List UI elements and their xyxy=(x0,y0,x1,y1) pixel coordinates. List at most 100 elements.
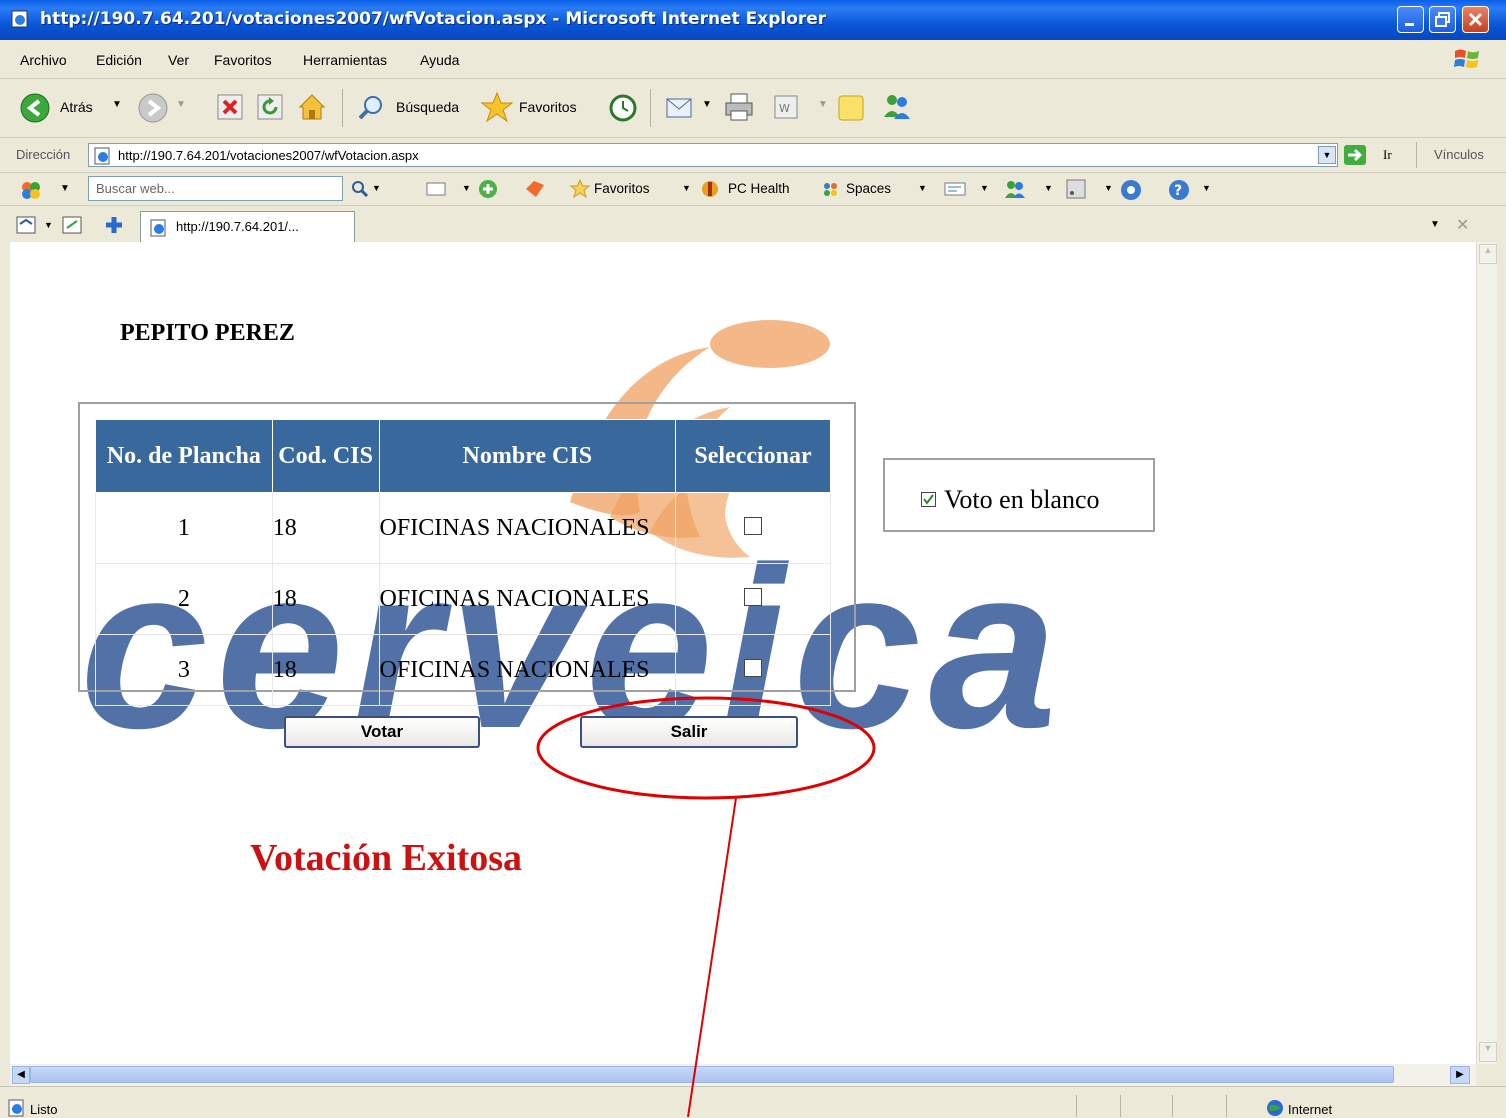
toolbar-separator xyxy=(650,89,651,127)
messenger-icon[interactable] xyxy=(1004,179,1026,199)
back-arrow-icon[interactable] xyxy=(20,93,50,123)
scroll-right-icon[interactable]: ▶ xyxy=(1450,1066,1470,1084)
address-dropdown-icon[interactable]: ▼ xyxy=(1318,146,1336,164)
msn-dropdown-icon[interactable]: ▼ xyxy=(60,183,70,194)
forward-dropdown-icon[interactable]: ▼ xyxy=(176,99,186,110)
edit-dropdown-icon[interactable]: ▼ xyxy=(818,99,828,110)
menu-ayuda[interactable]: Ayuda xyxy=(420,52,459,68)
table-row: 3 18 OFICINAS NACIONALES xyxy=(95,634,831,706)
scroll-down-icon[interactable]: ▼ xyxy=(1479,1042,1497,1062)
title-bar[interactable]: http://190.7.64.201/votaciones2007/wfVot… xyxy=(0,0,1506,40)
search-icon[interactable] xyxy=(350,179,370,199)
new-tab-icon[interactable] xyxy=(104,215,124,235)
favorites-button[interactable]: Favoritos xyxy=(519,99,577,115)
menu-archivo[interactable]: Archivo xyxy=(20,52,67,68)
history-icon[interactable] xyxy=(608,93,638,123)
print-icon[interactable] xyxy=(722,91,756,123)
links-button[interactable]: Vínculos xyxy=(1434,147,1484,162)
blank-vote-label[interactable]: Voto en blanco xyxy=(922,484,1102,517)
globe-icon xyxy=(1267,1100,1283,1116)
mail-icon[interactable] xyxy=(944,181,966,197)
rss-icon[interactable] xyxy=(1066,179,1086,199)
go-arrow-icon[interactable] xyxy=(1344,145,1366,165)
cell-cod: 18 xyxy=(271,634,380,706)
mail-dropdown-icon[interactable]: ▼ xyxy=(702,99,712,110)
close-button[interactable] xyxy=(1462,6,1489,33)
discuss-icon[interactable] xyxy=(836,93,866,123)
scroll-left-icon[interactable]: ◀ xyxy=(12,1066,30,1084)
menu-favoritos[interactable]: Favoritos xyxy=(214,52,272,68)
exit-button[interactable]: Salir xyxy=(580,716,798,748)
menu-edicion[interactable]: Edición xyxy=(96,52,142,68)
pc-health-icon[interactable] xyxy=(700,179,720,199)
security-zone: Internet xyxy=(1288,1102,1333,1117)
back-dropdown-icon[interactable]: ▼ xyxy=(112,99,122,110)
vote-button[interactable]: Votar xyxy=(284,716,480,748)
cell-select xyxy=(675,634,831,706)
scroll-thumb[interactable] xyxy=(30,1066,1394,1083)
quick-tabs-icon[interactable] xyxy=(16,216,38,236)
menu-herramientas[interactable]: Herramientas xyxy=(303,52,387,68)
spaces-dropdown-icon[interactable]: ▼ xyxy=(918,183,927,193)
tab-menu-dropdown-icon[interactable]: ▼ xyxy=(1430,219,1440,230)
add-icon[interactable] xyxy=(478,179,498,199)
highlight-dropdown-icon[interactable]: ▼ xyxy=(462,183,471,193)
address-label: Dirección xyxy=(16,147,71,162)
toolbar-separator xyxy=(1416,142,1417,168)
svg-text:?: ? xyxy=(1174,183,1182,199)
search-favorites-button[interactable]: Favoritos xyxy=(594,181,650,196)
bookmark-icon[interactable] xyxy=(524,179,546,199)
favorites-star-icon[interactable] xyxy=(570,179,590,199)
minimize-button[interactable] xyxy=(1397,6,1424,33)
col-header-nombre: Nombre CIS xyxy=(378,419,677,493)
blank-vote-checkbox[interactable] xyxy=(921,492,936,507)
messenger-icon[interactable] xyxy=(880,91,914,123)
phone-icon[interactable] xyxy=(1120,179,1142,201)
pc-health-button[interactable]: PC Health xyxy=(728,181,790,196)
mail-icon[interactable] xyxy=(664,93,698,121)
page-icon xyxy=(150,219,166,237)
edit-icon[interactable]: W xyxy=(772,93,800,121)
rss-dropdown-icon[interactable]: ▼ xyxy=(1104,183,1113,193)
search-placeholder: Buscar web... xyxy=(96,181,175,196)
horizontal-scrollbar[interactable]: ◀ ▶ xyxy=(10,1064,1476,1086)
tab-list-dropdown-icon[interactable]: ▼ xyxy=(44,220,53,230)
mail-dropdown-icon[interactable]: ▼ xyxy=(980,183,989,193)
select-checkbox[interactable] xyxy=(744,658,763,677)
stop-icon[interactable] xyxy=(216,93,244,121)
spaces-icon[interactable] xyxy=(822,181,842,199)
forward-arrow-icon[interactable] xyxy=(138,93,168,123)
highlight-icon[interactable] xyxy=(426,181,446,197)
tab-row: ▼ http://190.7.64.201/... ▼ ✕ xyxy=(0,206,1506,242)
scroll-up-icon[interactable]: ▲ xyxy=(1479,244,1497,264)
select-checkbox[interactable] xyxy=(744,587,763,606)
go-button[interactable]: Ir xyxy=(1383,147,1392,163)
help-dropdown-icon[interactable]: ▼ xyxy=(1202,183,1211,193)
col-header-seleccionar: Seleccionar xyxy=(675,419,831,493)
select-checkbox[interactable] xyxy=(744,516,763,535)
refresh-icon[interactable] xyxy=(256,93,284,121)
restore-button[interactable] xyxy=(1429,6,1456,33)
favorites-dropdown-icon[interactable]: ▼ xyxy=(682,183,691,193)
close-tab-icon[interactable]: ✕ xyxy=(1456,215,1469,235)
msn-butterfly-icon[interactable] xyxy=(20,179,42,201)
minimize-icon xyxy=(1405,23,1414,26)
status-bar: Listo Internet xyxy=(0,1086,1506,1118)
messenger-dropdown-icon[interactable]: ▼ xyxy=(1044,183,1053,193)
toolbar-separator xyxy=(342,89,343,127)
vertical-scrollbar[interactable]: ▲ ▼ xyxy=(1476,242,1497,1064)
home-icon[interactable] xyxy=(296,91,328,123)
spaces-button[interactable]: Spaces xyxy=(846,181,891,196)
menu-ver[interactable]: Ver xyxy=(168,52,189,68)
back-button[interactable]: Atrás xyxy=(60,99,93,115)
search-icon[interactable] xyxy=(356,93,386,123)
cell-plancha: 3 xyxy=(95,634,273,706)
search-dropdown-icon[interactable]: ▼ xyxy=(372,183,381,193)
address-url[interactable]: http://190.7.64.201/votaciones2007/wfVot… xyxy=(118,148,419,163)
page-icon xyxy=(8,1099,24,1117)
help-icon[interactable]: ? xyxy=(1168,179,1190,201)
search-button[interactable]: Búsqueda xyxy=(396,99,459,115)
favorites-star-icon[interactable] xyxy=(480,91,514,123)
tab-list-icon[interactable] xyxy=(62,216,84,236)
cell-nombre: OFICINAS NACIONALES xyxy=(378,634,677,706)
